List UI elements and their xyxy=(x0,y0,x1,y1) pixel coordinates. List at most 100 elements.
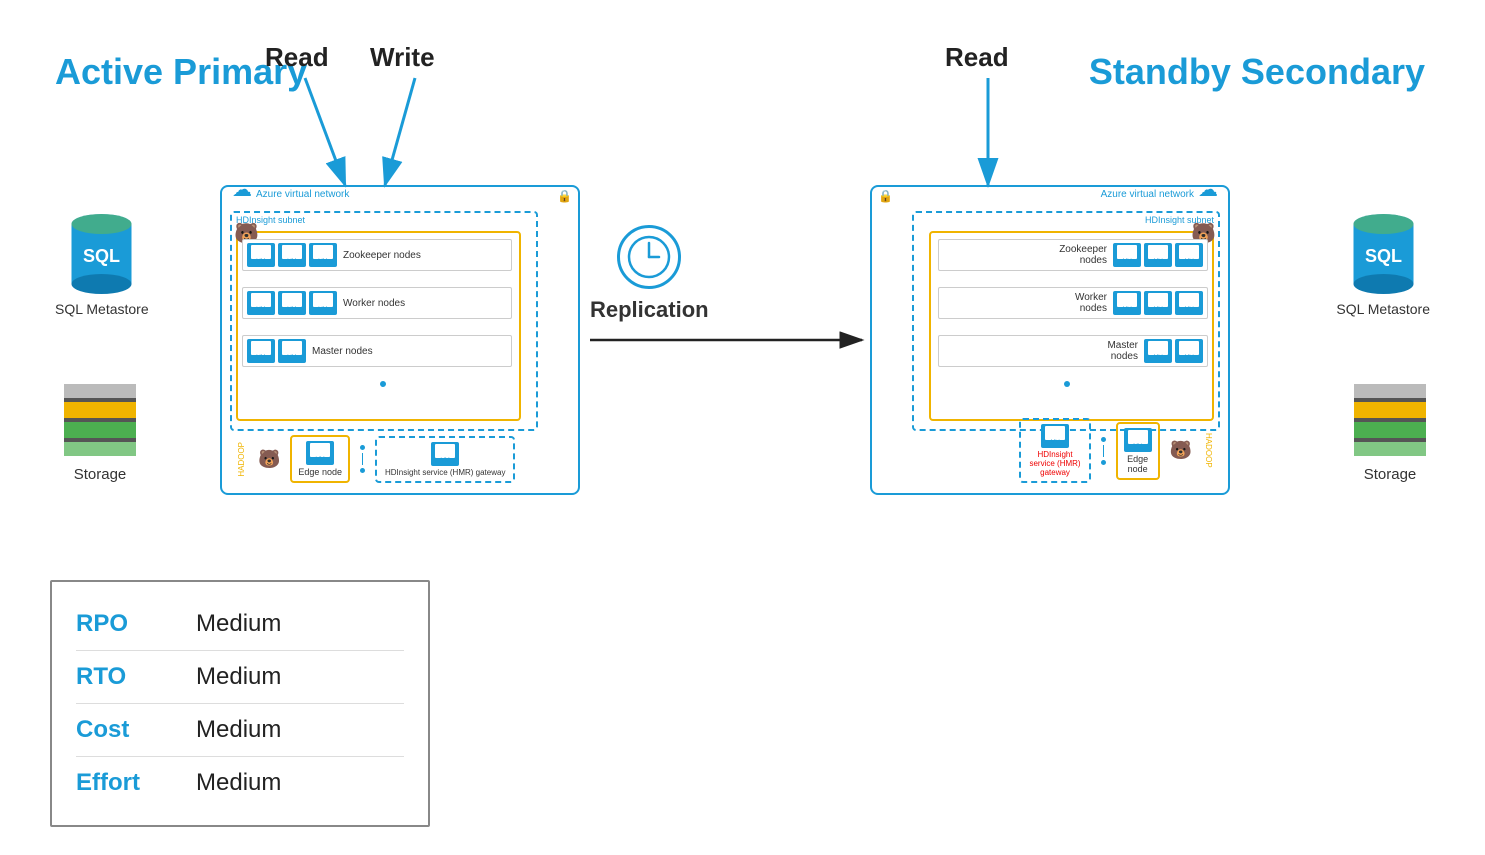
vm-box-rwk1: MV xyxy=(1113,291,1141,315)
vm-box-rzk3: MV xyxy=(1175,243,1203,267)
zookeeper-label: Zookeeper nodes xyxy=(343,250,421,261)
metric-key-cost: Cost xyxy=(76,716,166,744)
storage-label-left: Storage xyxy=(74,466,127,483)
metric-row-effort: Effort Medium xyxy=(76,757,404,809)
metric-val-effort: Medium xyxy=(196,769,281,797)
sql-cylinder-left: SQL xyxy=(64,210,139,295)
bottom-cluster-left: HADOOP 🐻 VM Edge node xyxy=(237,435,515,483)
vm-box-wk3: VM xyxy=(309,291,337,315)
vm-gateway-left: VM xyxy=(431,442,459,466)
bear-icon-bottom-left: 🐻 xyxy=(258,449,280,470)
worker-label-right: Workernodes xyxy=(1075,292,1107,314)
hdinsight-gateway-right: MV HDInsightservice (HMR)gateway xyxy=(1019,418,1090,483)
vm-gateway-right: MV xyxy=(1041,424,1069,448)
vm-box-wk2: VM xyxy=(278,291,306,315)
zookeeper-row: VM VM VM Zookeeper nodes xyxy=(242,239,512,271)
hdinsight-subnet-left: HDInsight subnet 🐻 VM VM xyxy=(230,211,538,431)
master-row: VM VM Master nodes xyxy=(242,335,512,367)
svg-text:SQL: SQL xyxy=(1365,246,1402,266)
vm-box-rwk2: MV xyxy=(1144,291,1172,315)
vm-box-mk1: VM xyxy=(247,339,275,363)
worker-label: Worker nodes xyxy=(343,298,405,309)
vm-edge-left: VM xyxy=(306,441,334,465)
connector-dot-right xyxy=(1064,381,1070,387)
cloud-icon-right: ☁ xyxy=(1198,177,1218,202)
edge-node-label-left: Edge node xyxy=(298,467,342,477)
metric-key-rto: RTO xyxy=(76,663,166,691)
hdinsight-gateway-label-right: HDInsightservice (HMR)gateway xyxy=(1029,450,1080,477)
vm-box-zk3: VM xyxy=(309,243,337,267)
master-label-right: Masternodes xyxy=(1107,340,1138,362)
lock-icon-right: 🔒 xyxy=(878,189,893,203)
vm-box-rwk3: MV xyxy=(1175,291,1203,315)
write-label: Write xyxy=(370,42,435,73)
azure-vnet-label-left: Azure virtual network xyxy=(256,189,349,200)
metric-key-effort: Effort xyxy=(76,769,166,797)
vm-box-zk1: VM xyxy=(247,243,275,267)
metrics-box: RPO Medium RTO Medium Cost Medium Effort… xyxy=(50,580,430,827)
azure-vnet-right: ☁ Azure virtual network 🔒 HDInsight subn… xyxy=(870,185,1230,495)
edge-node-box-left: VM Edge node xyxy=(290,435,350,483)
master-label: Master nodes xyxy=(312,346,373,357)
vm-box-wk1: VM xyxy=(247,291,275,315)
metric-val-rto: Medium xyxy=(196,663,281,691)
hdinsight-subnet-right: HDInsight subnet 🐻 MV MV xyxy=(912,211,1220,431)
connector-dot-left xyxy=(380,381,386,387)
metric-val-cost: Medium xyxy=(196,716,281,744)
storage-label-right: Storage xyxy=(1364,466,1417,483)
storage-right: Storage xyxy=(1350,380,1430,483)
svg-text:SQL: SQL xyxy=(83,246,120,266)
replication-clock xyxy=(617,225,681,289)
read-label-right: Read xyxy=(945,42,1009,73)
hdinsight-gateway-label-left: HDInsight service (HMR) gateway xyxy=(385,468,505,477)
replication-area: Replication xyxy=(590,225,709,323)
azure-vnet-label-right: Azure virtual network xyxy=(1101,189,1194,200)
edge-node-label-right: Edgenode xyxy=(1127,454,1148,474)
vm-box-rzk1: MV xyxy=(1113,243,1141,267)
dots-connector-right xyxy=(1101,437,1106,465)
standby-secondary-label: Standby Secondary xyxy=(1089,50,1425,93)
edge-node-box-right: MV Edgenode xyxy=(1116,422,1160,480)
cloud-icon-left: ☁ xyxy=(232,177,252,202)
hdinsight-subnet-label-left: HDInsight subnet xyxy=(232,213,536,227)
metric-key-rpo: RPO xyxy=(76,610,166,638)
azure-vnet-left: ☁ Azure virtual network 🔒 HDInsight subn… xyxy=(220,185,580,495)
zookeeper-row-right: MV MV MV Zookeepernodes xyxy=(938,239,1208,271)
main-container: Active Primary Standby Secondary Read Wr… xyxy=(0,0,1485,855)
master-row-right: MV MV Masternodes xyxy=(938,335,1208,367)
hdinsight-subnet-label-right: HDInsight subnet xyxy=(914,213,1218,227)
bear-icon-bottom-right: 🐻 xyxy=(1170,440,1192,461)
vm-box-mk2: VM xyxy=(278,339,306,363)
hadoop-badge-left: HADOOP xyxy=(237,442,246,477)
metric-row-rto: RTO Medium xyxy=(76,651,404,704)
metric-row-cost: Cost Medium xyxy=(76,704,404,757)
vm-box-rmk1: MV xyxy=(1144,339,1172,363)
cluster-right: ☁ Azure virtual network 🔒 HDInsight subn… xyxy=(870,185,1230,495)
hdinsight-gateway-left: VM HDInsight service (HMR) gateway xyxy=(375,436,515,483)
vm-edge-right: MV xyxy=(1124,428,1152,452)
storage-svg-right xyxy=(1350,380,1430,460)
storage-svg-left xyxy=(60,380,140,460)
replication-label: Replication xyxy=(590,297,709,323)
metric-val-rpo: Medium xyxy=(196,610,281,638)
worker-row: VM VM VM Worker nodes xyxy=(242,287,512,319)
worker-row-right: MV MV MV Workernodes xyxy=(938,287,1208,319)
lock-icon-left: 🔒 xyxy=(557,189,572,203)
vm-box-zk2: VM xyxy=(278,243,306,267)
hadoop-badge-right: HADOOP xyxy=(1204,433,1213,468)
sql-metastore-right: SQL SQL Metastore xyxy=(1336,210,1430,317)
vm-box-rmk2: MV xyxy=(1175,339,1203,363)
sql-metastore-left: SQL SQL Metastore xyxy=(55,210,149,317)
sql-metastore-label-left: SQL Metastore xyxy=(55,301,149,317)
zookeeper-label-right: Zookeepernodes xyxy=(1059,244,1107,266)
clock-svg xyxy=(625,233,673,281)
read-label-left: Read xyxy=(265,42,329,73)
vm-box-rzk2: MV xyxy=(1144,243,1172,267)
storage-left: Storage xyxy=(60,380,140,483)
sql-metastore-label-right: SQL Metastore xyxy=(1336,301,1430,317)
sql-cylinder-right: SQL xyxy=(1346,210,1421,295)
bottom-cluster-right: HADOOP 🐻 MV Edgenode xyxy=(1019,418,1213,483)
metric-row-rpo: RPO Medium xyxy=(76,598,404,651)
cluster-left: ☁ Azure virtual network 🔒 HDInsight subn… xyxy=(220,185,580,495)
dots-connector-left xyxy=(360,445,365,473)
